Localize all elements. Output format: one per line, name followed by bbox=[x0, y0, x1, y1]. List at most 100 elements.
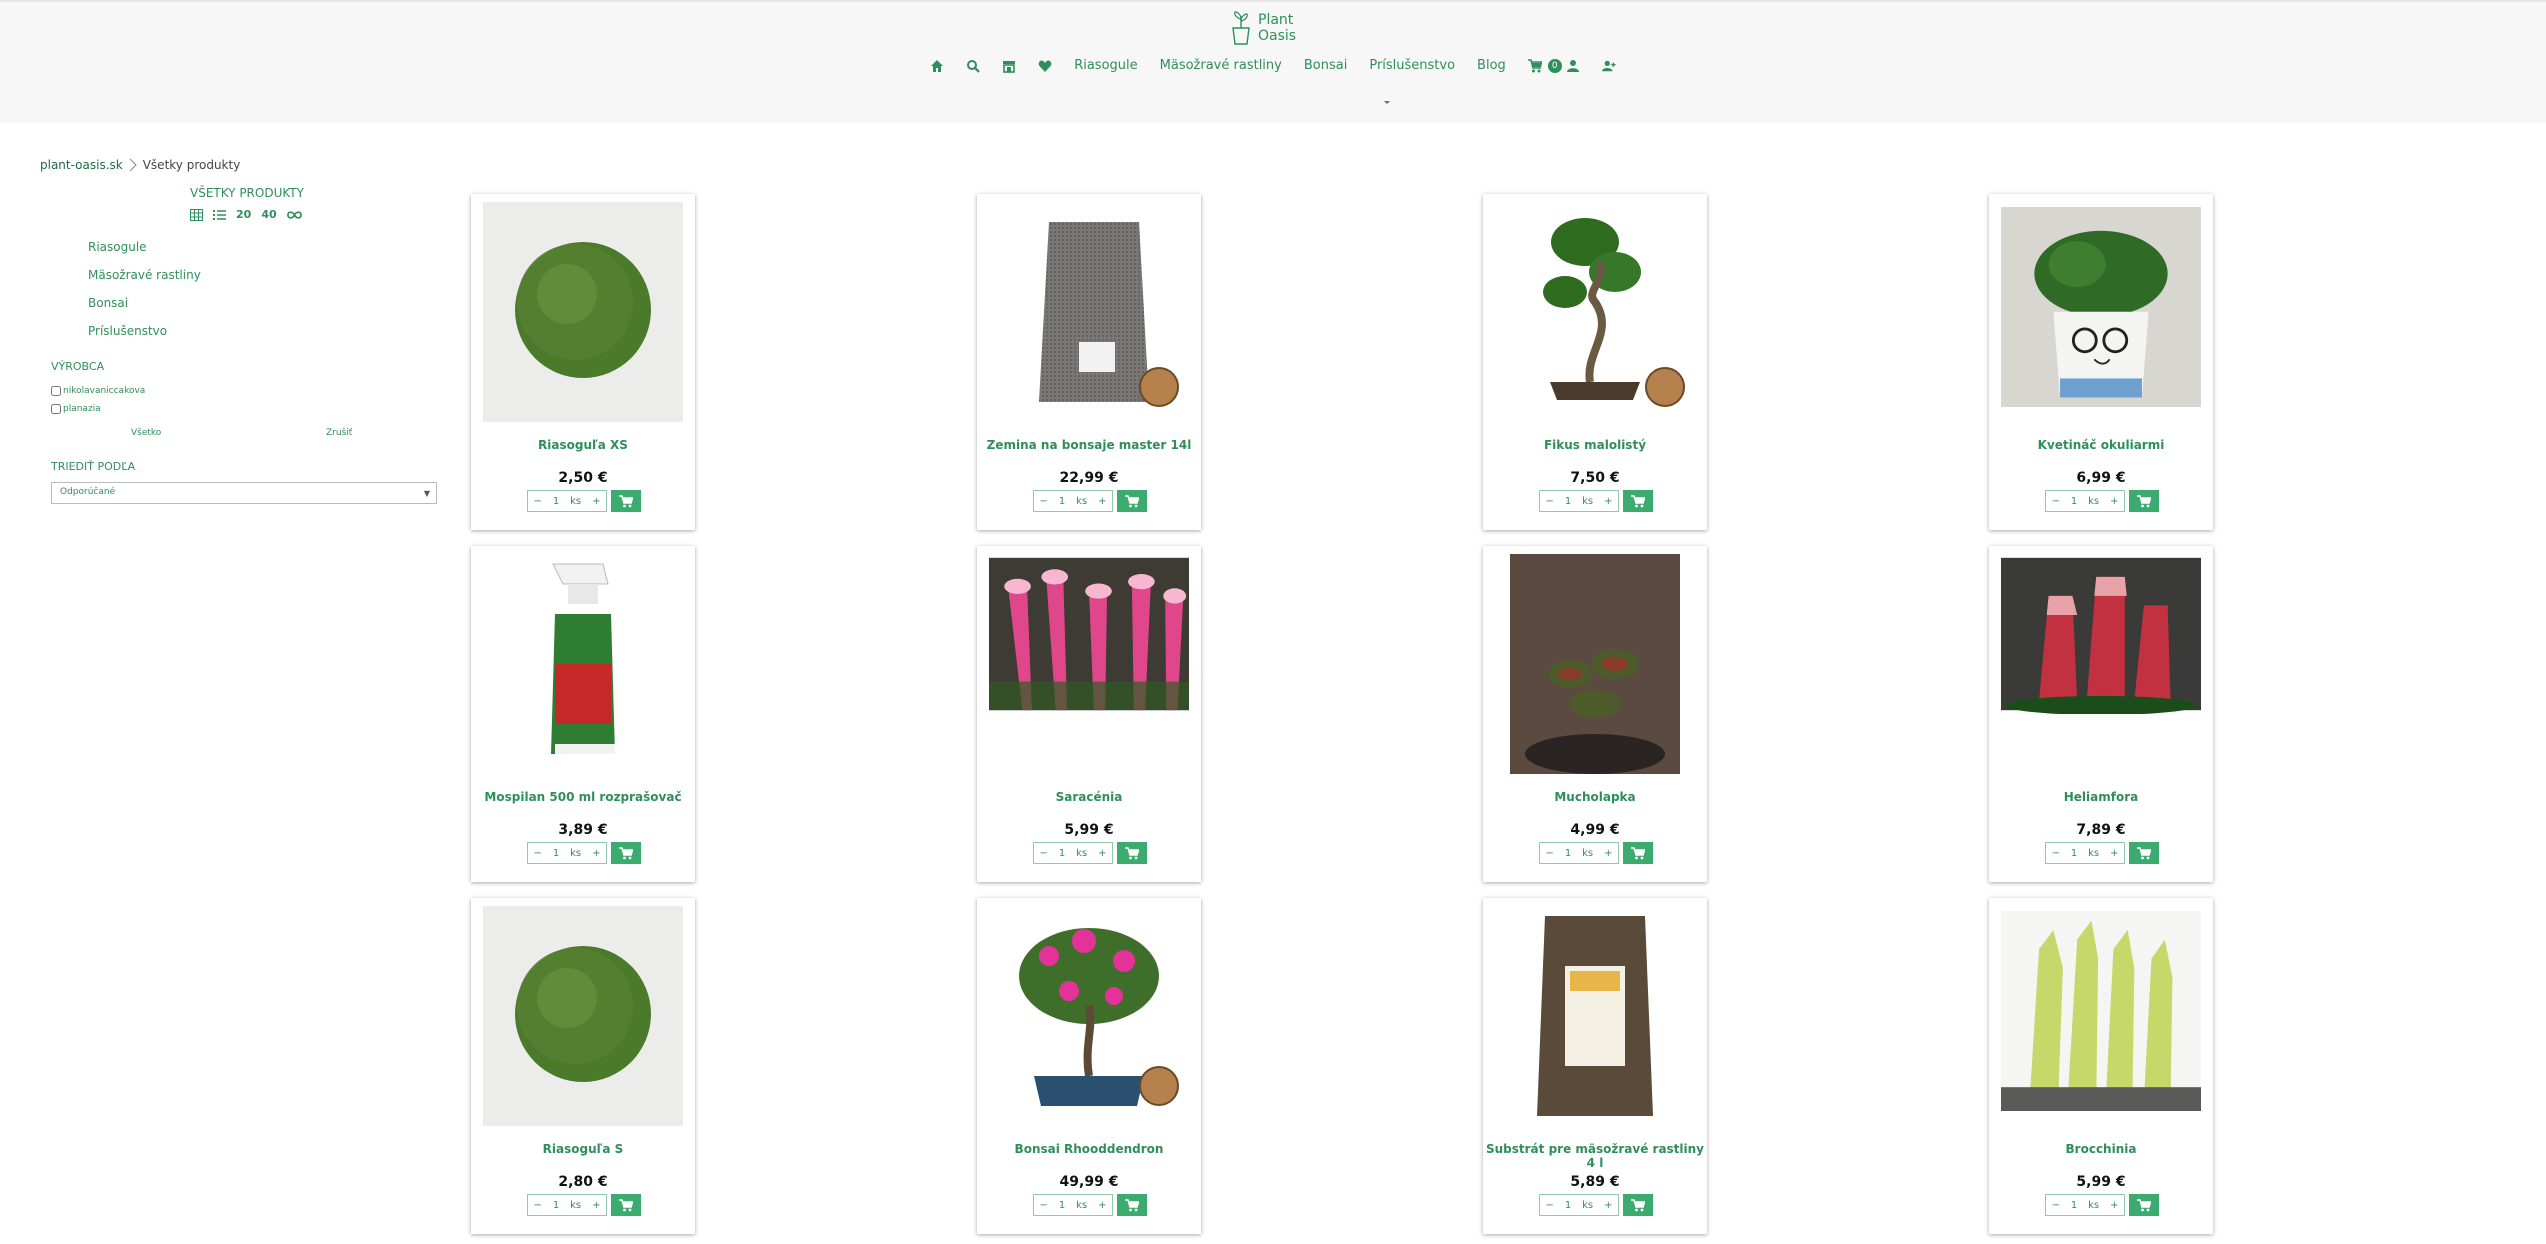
quantity-stepper[interactable]: −1 ks + bbox=[1539, 842, 1619, 864]
chevron-down-icon[interactable] bbox=[1382, 98, 1392, 108]
quantity-stepper[interactable]: −1 ks + bbox=[1539, 490, 1619, 512]
filter-all-link[interactable]: Všetko bbox=[131, 428, 161, 438]
quantity-stepper[interactable]: −1 ks + bbox=[2045, 842, 2125, 864]
product-card[interactable]: Riasoguľa S 2,80 € −1 ks + bbox=[471, 898, 695, 1234]
add-to-cart-button[interactable] bbox=[2129, 490, 2159, 512]
product-title[interactable]: Zemina na bonsaje master 14l bbox=[977, 438, 1201, 452]
product-image[interactable] bbox=[2001, 906, 2201, 1126]
product-image[interactable] bbox=[2001, 202, 2201, 422]
quantity-stepper[interactable]: −1 ks + bbox=[527, 1194, 607, 1216]
add-to-cart-button[interactable] bbox=[1117, 490, 1147, 512]
per-page-20[interactable]: 20 bbox=[236, 208, 251, 221]
product-image[interactable] bbox=[989, 554, 1189, 774]
product-title[interactable]: Fikus malolistý bbox=[1483, 438, 1707, 452]
product-card[interactable]: Kvetináč okuliarmi 6,99 € −1 ks + bbox=[1989, 194, 2213, 530]
add-to-cart-button[interactable] bbox=[611, 490, 641, 512]
increment-button[interactable]: + bbox=[2110, 848, 2118, 859]
nav-link-blog[interactable]: Blog bbox=[1477, 58, 1506, 73]
decrement-button[interactable]: − bbox=[1039, 1200, 1047, 1211]
add-to-cart-button[interactable] bbox=[611, 842, 641, 864]
product-image[interactable] bbox=[2001, 554, 2201, 774]
decrement-button[interactable]: − bbox=[2051, 848, 2059, 859]
quantity-stepper[interactable]: −1 ks + bbox=[2045, 490, 2125, 512]
increment-button[interactable]: + bbox=[1098, 496, 1106, 507]
increment-button[interactable]: + bbox=[1604, 848, 1612, 859]
product-card[interactable]: Mucholapka 4,99 € −1 ks + bbox=[1483, 546, 1707, 882]
user-plus-icon[interactable] bbox=[1601, 59, 1616, 73]
quantity-stepper[interactable]: −1 ks + bbox=[1539, 1194, 1619, 1216]
decrement-button[interactable]: − bbox=[533, 496, 541, 507]
filter-clear-link[interactable]: Zrušiť bbox=[326, 428, 352, 438]
add-to-cart-button[interactable] bbox=[1117, 842, 1147, 864]
decrement-button[interactable]: − bbox=[2051, 496, 2059, 507]
product-card[interactable]: Saracénia 5,99 € −1 ks + bbox=[977, 546, 1201, 882]
product-image[interactable] bbox=[1495, 554, 1695, 774]
add-to-cart-button[interactable] bbox=[2129, 842, 2159, 864]
product-image[interactable] bbox=[483, 906, 683, 1126]
product-title[interactable]: Kvetináč okuliarmi bbox=[1989, 438, 2213, 452]
nav-link-riasogule[interactable]: Riasogule bbox=[1074, 58, 1137, 73]
logo[interactable]: Plant Oasis bbox=[1230, 8, 1306, 48]
category-carnivorous[interactable]: Mäsožravé rastliny bbox=[88, 268, 201, 296]
decrement-button[interactable]: − bbox=[533, 1200, 541, 1211]
nav-link-carnivorous[interactable]: Mäsožravé rastliny bbox=[1160, 58, 1282, 73]
product-image[interactable] bbox=[1495, 202, 1695, 422]
increment-button[interactable]: + bbox=[592, 1200, 600, 1211]
increment-button[interactable]: + bbox=[2110, 1200, 2118, 1211]
product-card[interactable]: Bonsai Rhooddendron 49,99 € −1 ks + bbox=[977, 898, 1201, 1234]
quantity-stepper[interactable]: −1 ks + bbox=[527, 490, 607, 512]
add-to-cart-button[interactable] bbox=[2129, 1194, 2159, 1216]
add-to-cart-button[interactable] bbox=[1623, 1194, 1653, 1216]
product-title[interactable]: Riasoguľa S bbox=[471, 1142, 695, 1156]
category-accessories[interactable]: Príslušenstvo bbox=[88, 324, 201, 352]
sort-select[interactable]: Odporúčané ▼ bbox=[51, 482, 437, 504]
decrement-button[interactable]: − bbox=[533, 848, 541, 859]
quantity-stepper[interactable]: −1 ks + bbox=[1033, 842, 1113, 864]
increment-button[interactable]: + bbox=[1098, 1200, 1106, 1211]
add-to-cart-button[interactable] bbox=[611, 1194, 641, 1216]
search-icon[interactable] bbox=[966, 59, 980, 73]
quantity-stepper[interactable]: −1 ks + bbox=[2045, 1194, 2125, 1216]
quantity-stepper[interactable]: −1 ks + bbox=[1033, 490, 1113, 512]
decrement-button[interactable]: − bbox=[1039, 496, 1047, 507]
product-title[interactable]: Mospilan 500 ml rozprašovač bbox=[471, 790, 695, 804]
nav-link-accessories[interactable]: Príslušenstvo bbox=[1369, 58, 1455, 73]
increment-button[interactable]: + bbox=[1604, 1200, 1612, 1211]
category-riasogule[interactable]: Riasogule bbox=[88, 240, 201, 268]
product-title[interactable]: Bonsai Rhooddendron bbox=[977, 1142, 1201, 1156]
product-title[interactable]: Saracénia bbox=[977, 790, 1201, 804]
product-image[interactable] bbox=[989, 906, 1189, 1126]
product-card[interactable]: Substrát pre mäsožravé rastliny 4 l 5,89 … bbox=[1483, 898, 1707, 1234]
category-bonsai[interactable]: Bonsai bbox=[88, 296, 201, 324]
product-card[interactable]: Riasoguľa XS 2,50 € −1 ks + bbox=[471, 194, 695, 530]
decrement-button[interactable]: − bbox=[1545, 496, 1553, 507]
product-image[interactable] bbox=[1495, 906, 1695, 1126]
increment-button[interactable]: + bbox=[1604, 496, 1612, 507]
decrement-button[interactable]: − bbox=[2051, 1200, 2059, 1211]
maker-checkbox[interactable] bbox=[51, 404, 61, 414]
product-image[interactable] bbox=[483, 554, 683, 774]
list-view-icon[interactable] bbox=[213, 209, 226, 221]
product-card[interactable]: Zemina na bonsaje master 14l 22,99 € −1 ks + bbox=[977, 194, 1201, 530]
add-to-cart-button[interactable] bbox=[1623, 842, 1653, 864]
increment-button[interactable]: + bbox=[592, 848, 600, 859]
product-title[interactable]: Heliamfora bbox=[1989, 790, 2213, 804]
product-card[interactable]: Brocchinia 5,99 € −1 ks + bbox=[1989, 898, 2213, 1234]
product-card[interactable]: Mospilan 500 ml rozprašovač 3,89 € −1 ks + bbox=[471, 546, 695, 882]
product-image[interactable] bbox=[989, 202, 1189, 422]
breadcrumb-home-link[interactable]: plant-oasis.sk bbox=[40, 158, 123, 172]
maker-filter-nikolavaniccakova[interactable]: nikolavaniccakova bbox=[51, 382, 145, 400]
add-to-cart-button[interactable] bbox=[1623, 490, 1653, 512]
product-image[interactable] bbox=[483, 202, 683, 422]
nav-link-bonsai[interactable]: Bonsai bbox=[1304, 58, 1347, 73]
product-title[interactable]: Substrát pre mäsožravé rastliny 4 l bbox=[1483, 1142, 1707, 1170]
decrement-button[interactable]: − bbox=[1545, 1200, 1553, 1211]
product-title[interactable]: Mucholapka bbox=[1483, 790, 1707, 804]
add-to-cart-button[interactable] bbox=[1117, 1194, 1147, 1216]
increment-button[interactable]: + bbox=[1098, 848, 1106, 859]
product-card[interactable]: Fikus malolistý 7,50 € −1 ks + bbox=[1483, 194, 1707, 530]
product-title[interactable]: Riasoguľa XS bbox=[471, 438, 695, 452]
cart-link[interactable]: 0 bbox=[1527, 58, 1580, 73]
increment-button[interactable]: + bbox=[2110, 496, 2118, 507]
grid-view-icon[interactable] bbox=[190, 208, 203, 221]
